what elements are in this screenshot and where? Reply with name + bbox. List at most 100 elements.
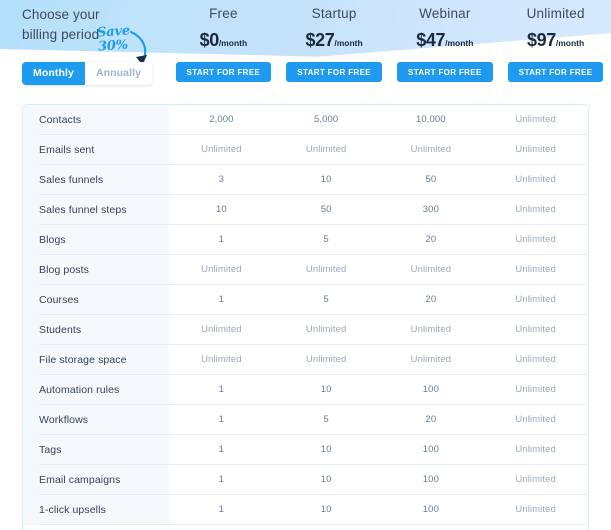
table-row: Workflows 1 5 20 Unlimited (23, 405, 588, 435)
feature-value-cell: 100 (378, 435, 484, 465)
plan-column: Unlimited $97/month START FOR FREE (500, 0, 611, 100)
start-for-free-button[interactable]: START FOR FREE (507, 62, 604, 82)
toggle-monthly-button[interactable]: Monthly (22, 62, 85, 85)
feature-value-cell: 5 (273, 225, 379, 255)
feature-value-cell: Unlimited (483, 165, 588, 195)
feature-value-cell: 50 (378, 165, 484, 195)
feature-value-cell: Unlimited (169, 255, 274, 285)
feature-value-cell: Unlimited (273, 345, 379, 375)
plan-price: $0/month (168, 30, 279, 51)
feature-name-label: Blog posts (39, 255, 169, 285)
feature-value-cell: Unlimited (169, 135, 274, 165)
feature-value-cell: 5 (273, 405, 379, 435)
plan-price-amount: $0 (199, 30, 220, 50)
start-for-free-button[interactable]: START FOR FREE (175, 62, 272, 82)
table-row: Sales funnels 3 10 50 Unlimited (23, 165, 588, 195)
feature-value-cell: 1 (169, 285, 274, 315)
table-row: Emails sent Unlimited Unlimited Unlimited Un… (23, 135, 588, 165)
feature-value-cell: 10 (273, 375, 379, 405)
feature-value-cell: Unlimited (169, 315, 274, 345)
table-row: Sales funnel steps 10 50 300 Unlimited (23, 195, 588, 225)
feature-value-cell: 10,000 (378, 105, 484, 135)
feature-name-label: Sales funnels (39, 165, 169, 195)
plan-price-amount: $97 (527, 30, 556, 50)
feature-name-label: Contacts (39, 105, 169, 135)
feature-value-cell: Unlimited (483, 225, 588, 255)
feature-name-label: Emails sent (39, 135, 169, 165)
feature-value-cell: Unlimited (483, 105, 588, 135)
feature-value-cell: 1 (169, 435, 274, 465)
table-row: Courses 1 5 20 Unlimited (23, 285, 588, 315)
plan-name: Unlimited (526, 6, 585, 21)
feature-value-cell: Unlimited (378, 345, 484, 375)
feature-value-cell: 20 (378, 405, 484, 435)
feature-value-cell: 3 (169, 165, 274, 195)
toggle-annually-button[interactable]: Annually (84, 62, 153, 85)
feature-name-label: Workflows (39, 405, 169, 435)
feature-name-cell: 1-click upsells (23, 495, 169, 525)
feature-name-cell: Courses (23, 285, 169, 315)
feature-value-cell: Unlimited (483, 435, 588, 465)
feature-value-cell: Unlimited (483, 405, 588, 435)
feature-value-cell: 300 (378, 195, 484, 225)
feature-name-cell: File storage space (23, 345, 169, 375)
plan-column: Startup $27/month START FOR FREE (279, 0, 390, 100)
feature-value-cell: 10 (273, 495, 379, 525)
feature-value-cell: 10 (273, 165, 379, 195)
pricing-page: Choose your billing period Save 30% Mont… (0, 0, 611, 530)
feature-value-cell: Unlimited (483, 285, 588, 315)
plan-column: Webinar $47/month START FOR FREE (390, 0, 501, 100)
plan-price-period: /month (445, 38, 474, 48)
start-for-free-button[interactable]: START FOR FREE (397, 62, 493, 82)
feature-value-cell: Unlimited (273, 135, 379, 165)
feature-value-cell: Unlimited (483, 135, 588, 165)
feature-value-cell: 1 (169, 405, 274, 435)
feature-value-cell: 5 (273, 285, 379, 315)
feature-value-cell: 10 (273, 465, 379, 495)
feature-name-label: File storage space (39, 345, 169, 375)
feature-value-cell: 2,000 (169, 105, 274, 135)
feature-name-cell: Students (23, 315, 169, 345)
feature-value-cell: Unlimited (378, 135, 484, 165)
feature-name-label: Courses (39, 285, 169, 315)
feature-value-cell: 10 (273, 435, 379, 465)
table-row: File storage space Unlimited Unlimited Unli… (23, 345, 588, 375)
feature-name-cell: Tags (23, 435, 169, 465)
feature-value-cell: Unlimited (169, 345, 274, 375)
feature-value-cell: Unlimited (483, 375, 588, 405)
table-row: Students Unlimited Unlimited Unlimited Unlim… (23, 315, 588, 345)
feature-value-cell: 50 (273, 195, 379, 225)
billing-period-block: Choose your billing period (22, 5, 182, 45)
plan-name: Startup (311, 6, 357, 21)
feature-name-cell: Email campaigns (23, 465, 169, 495)
plan-name: Webinar (419, 6, 471, 21)
feature-name-label: Sales funnel steps (39, 195, 169, 225)
feature-name-cell: Blog posts (23, 255, 169, 285)
table-row: Tags 1 10 100 Unlimited (23, 435, 588, 465)
feature-value-cell: Unlimited (483, 315, 588, 345)
feature-value-cell: Unlimited (273, 255, 379, 285)
feature-name-label: Blogs (39, 225, 169, 255)
feature-name-cell: Workflows (23, 405, 169, 435)
billing-period-toggle[interactable]: Monthly Annually (22, 62, 153, 85)
feature-value-cell: Unlimited (483, 255, 588, 285)
feature-value-cell: 20 (378, 285, 484, 315)
feature-name-label: Email campaigns (39, 465, 169, 495)
feature-value-cell: Unlimited (483, 195, 588, 225)
billing-period-title: Choose your billing period (22, 7, 100, 42)
feature-comparison-table: Contacts 2,000 5,000 10,000 Unlimited Emails … (22, 104, 589, 530)
table-row: Automation rules 1 10 100 Unlimited (23, 375, 588, 405)
feature-name-cell: Blogs (23, 225, 169, 255)
feature-value-cell: Unlimited (483, 495, 588, 525)
plan-price: $27/month (279, 30, 390, 51)
feature-value-cell: 100 (378, 375, 484, 405)
feature-value-cell: 1 (169, 465, 274, 495)
feature-value-cell: Unlimited (378, 255, 484, 285)
feature-value-cell: 1 (169, 375, 274, 405)
plan-columns: Free $0/month START FOR FREE Startup $27/mon… (168, 0, 611, 100)
feature-name-cell: Emails sent (23, 135, 169, 165)
feature-value-cell: Unlimited (483, 345, 588, 375)
plan-price-period: /month (218, 38, 248, 48)
start-for-free-button[interactable]: START FOR FREE (286, 62, 382, 82)
feature-value-cell: Unlimited (378, 315, 484, 345)
